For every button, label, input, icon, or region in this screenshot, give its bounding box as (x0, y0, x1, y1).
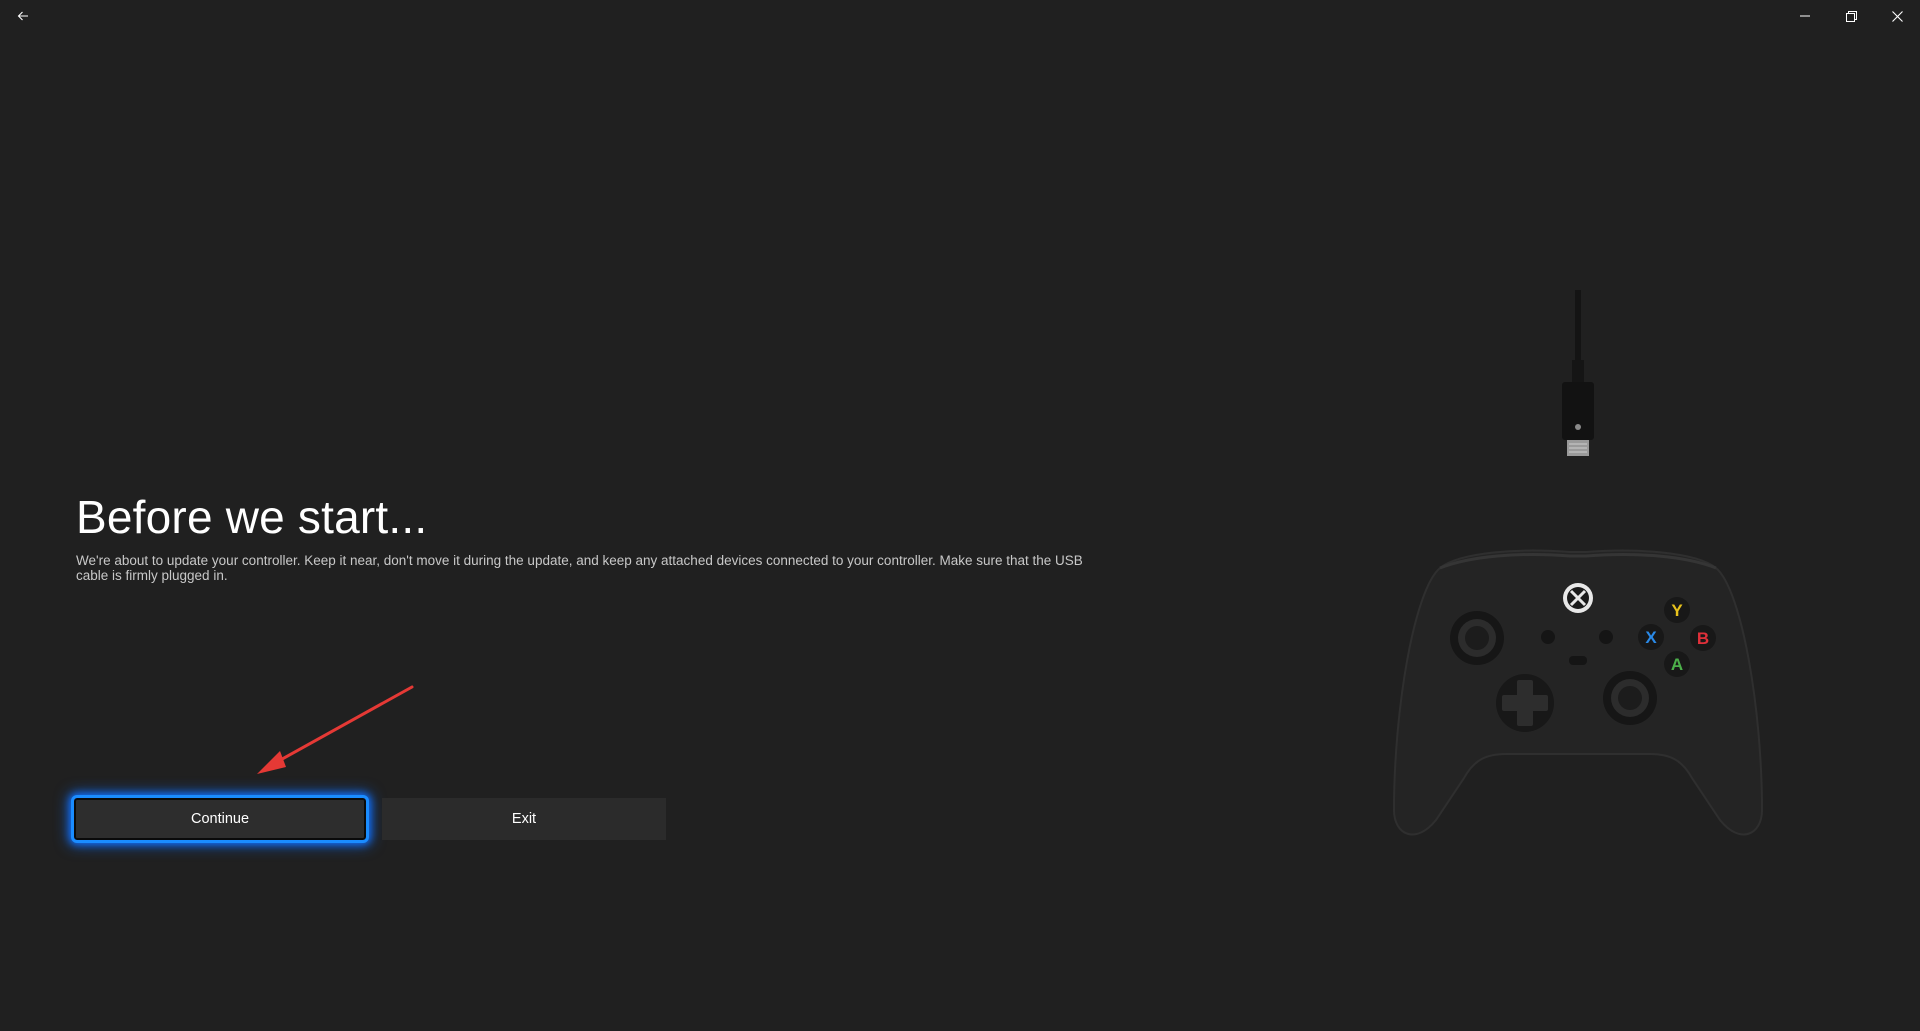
restore-icon (1845, 10, 1857, 22)
continue-button[interactable]: Continue (71, 795, 369, 843)
title-bar (0, 0, 1920, 32)
close-icon (1891, 10, 1903, 22)
page-description: We're about to update your controller. K… (76, 553, 1083, 583)
svg-text:B: B (1697, 629, 1709, 648)
close-button[interactable] (1874, 0, 1920, 32)
page-title: Before we start... (76, 491, 428, 543)
restore-button[interactable] (1828, 0, 1874, 32)
app-window: Before we start... We're about to update… (0, 0, 1920, 1031)
svg-text:X: X (1645, 628, 1657, 647)
usb-c-cable-icon (1562, 290, 1594, 456)
minimize-icon (1800, 11, 1810, 21)
minimize-button[interactable] (1782, 0, 1828, 32)
annotation-arrow-icon (257, 685, 414, 774)
controller-illustration: Y X B A (1392, 290, 1764, 836)
arrow-left-icon (17, 10, 29, 22)
back-button[interactable] (0, 0, 46, 32)
exit-button[interactable]: Exit (382, 798, 666, 840)
svg-text:A: A (1671, 655, 1683, 674)
svg-text:Y: Y (1671, 601, 1683, 620)
xbox-controller-icon: Y X B A (1392, 549, 1764, 836)
